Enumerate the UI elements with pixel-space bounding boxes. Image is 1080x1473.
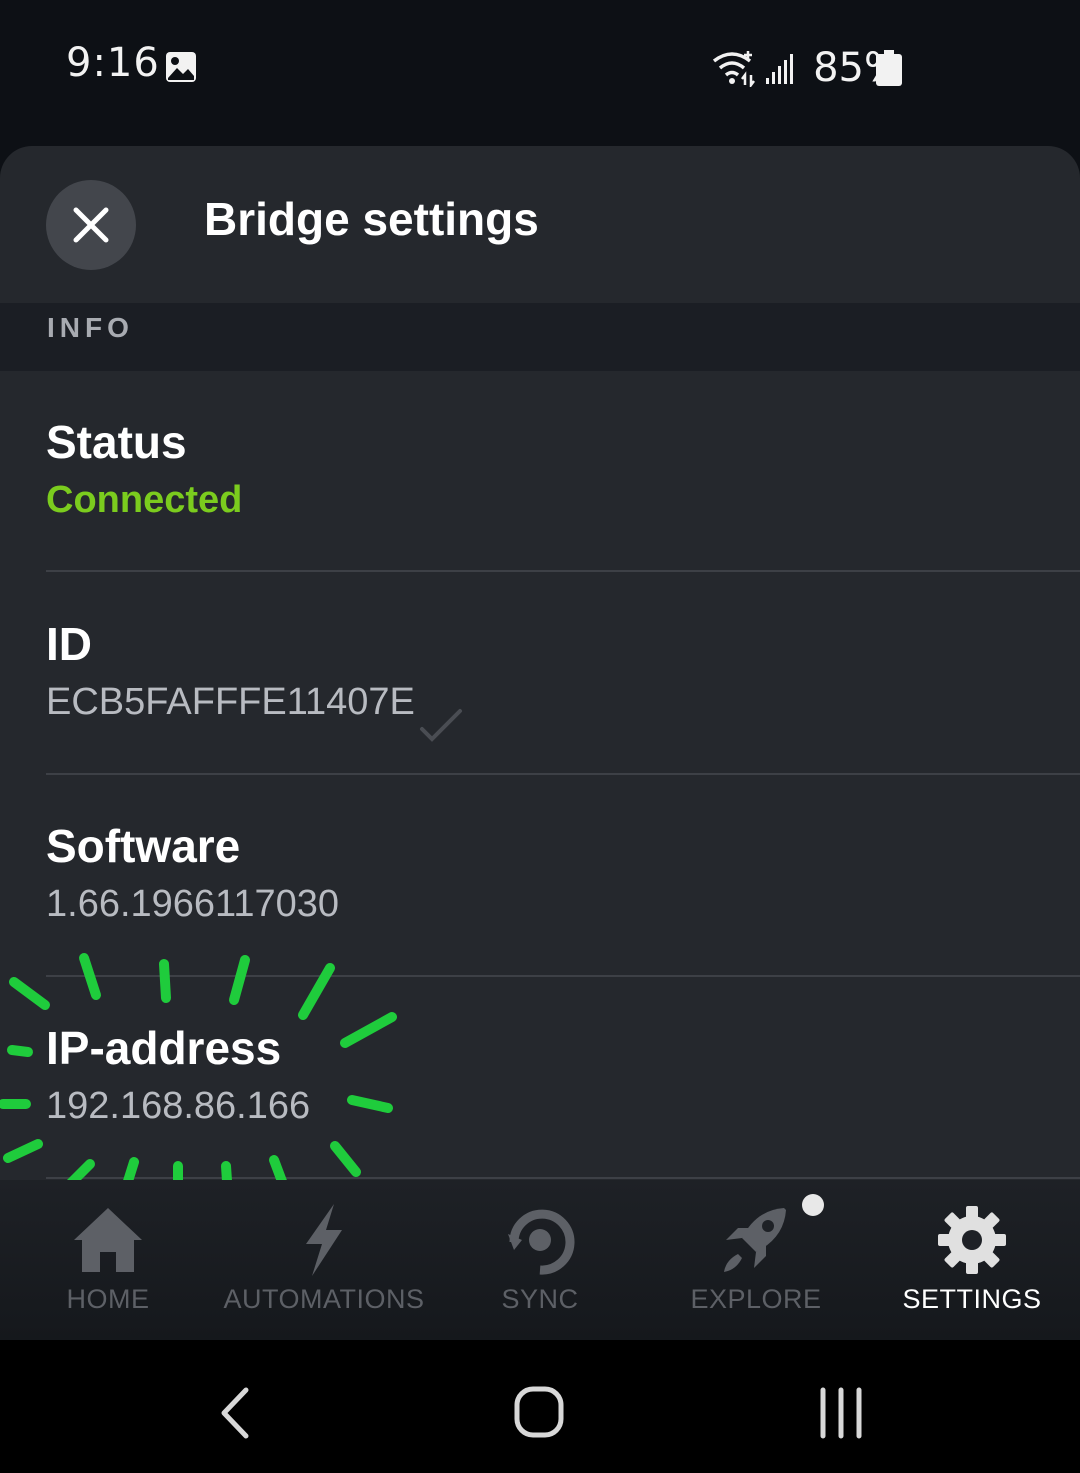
- nav-label-home: HOME: [66, 1284, 150, 1314]
- back-icon[interactable]: [200, 1378, 270, 1448]
- home-icon: [74, 1208, 142, 1272]
- recent-apps-icon[interactable]: [806, 1378, 876, 1448]
- app: 9:16 85% Bridge settings INFO Status Con…: [0, 0, 1080, 1473]
- nav-item-settings[interactable]: SETTINGS: [864, 1180, 1080, 1340]
- nav-item-explore[interactable]: EXPLORE: [648, 1180, 864, 1340]
- status-label: Status: [46, 416, 187, 468]
- software-value: 1.66.1966117030: [46, 883, 340, 925]
- close-icon: [73, 207, 109, 243]
- bridge-settings-sheet: Bridge settings INFO Status Connected ID…: [0, 146, 1080, 1340]
- gallery-notification-icon: [166, 52, 196, 82]
- clock: 9:16: [66, 40, 160, 86]
- close-button[interactable]: [46, 180, 136, 270]
- ip-address-label: IP-address: [46, 1022, 282, 1074]
- nav-item-automations[interactable]: AUTOMATIONS: [216, 1180, 432, 1340]
- divider: [46, 570, 1080, 572]
- home-button-icon[interactable]: [504, 1378, 574, 1448]
- status-icons: 85%: [711, 40, 902, 96]
- software-label: Software: [46, 820, 241, 872]
- divider: [46, 1177, 1080, 1179]
- checkmark-icon: [420, 709, 462, 742]
- section-header-info: [0, 303, 1080, 371]
- ip-address-value: 192.168.86.166: [46, 1085, 311, 1127]
- nav-label-settings: SETTINGS: [902, 1284, 1042, 1314]
- wifi-icon: [713, 51, 756, 87]
- sheet-header: Bridge settings: [0, 146, 1080, 303]
- nav-label-automations: AUTOMATIONS: [223, 1284, 425, 1314]
- status-bar: 9:16 85%: [0, 0, 1080, 140]
- nav-label-sync: SYNC: [501, 1284, 579, 1314]
- status-row: Status Connected: [0, 371, 1080, 573]
- cell-signal-icon: [766, 54, 794, 84]
- system-nav-bar: [0, 1340, 1080, 1473]
- nav-item-sync[interactable]: SYNC: [432, 1180, 648, 1340]
- nav-item-home[interactable]: HOME: [0, 1180, 216, 1340]
- status-value: Connected: [46, 479, 243, 521]
- id-row[interactable]: ID ECB5FAFFFE11407E: [0, 573, 1080, 775]
- lightning-icon: [306, 1204, 342, 1276]
- page-title: Bridge settings: [204, 193, 539, 245]
- bottom-nav: HOME AUTOMATIONS SYNC EXPLORE SETTINGS: [0, 1180, 1080, 1340]
- explore-notification-dot: [802, 1194, 824, 1216]
- rocket-icon: [724, 1208, 786, 1272]
- section-label: INFO: [47, 312, 134, 343]
- id-value: ECB5FAFFFE11407E: [46, 681, 415, 723]
- nav-label-explore: EXPLORE: [690, 1284, 822, 1314]
- battery-icon: [876, 50, 902, 86]
- software-row: Software 1.66.1966117030: [0, 775, 1080, 977]
- id-label: ID: [46, 618, 92, 670]
- sync-icon: [508, 1209, 575, 1275]
- ip-address-row[interactable]: IP-address 192.168.86.166: [0, 977, 1080, 1179]
- gear-icon: [938, 1206, 1006, 1274]
